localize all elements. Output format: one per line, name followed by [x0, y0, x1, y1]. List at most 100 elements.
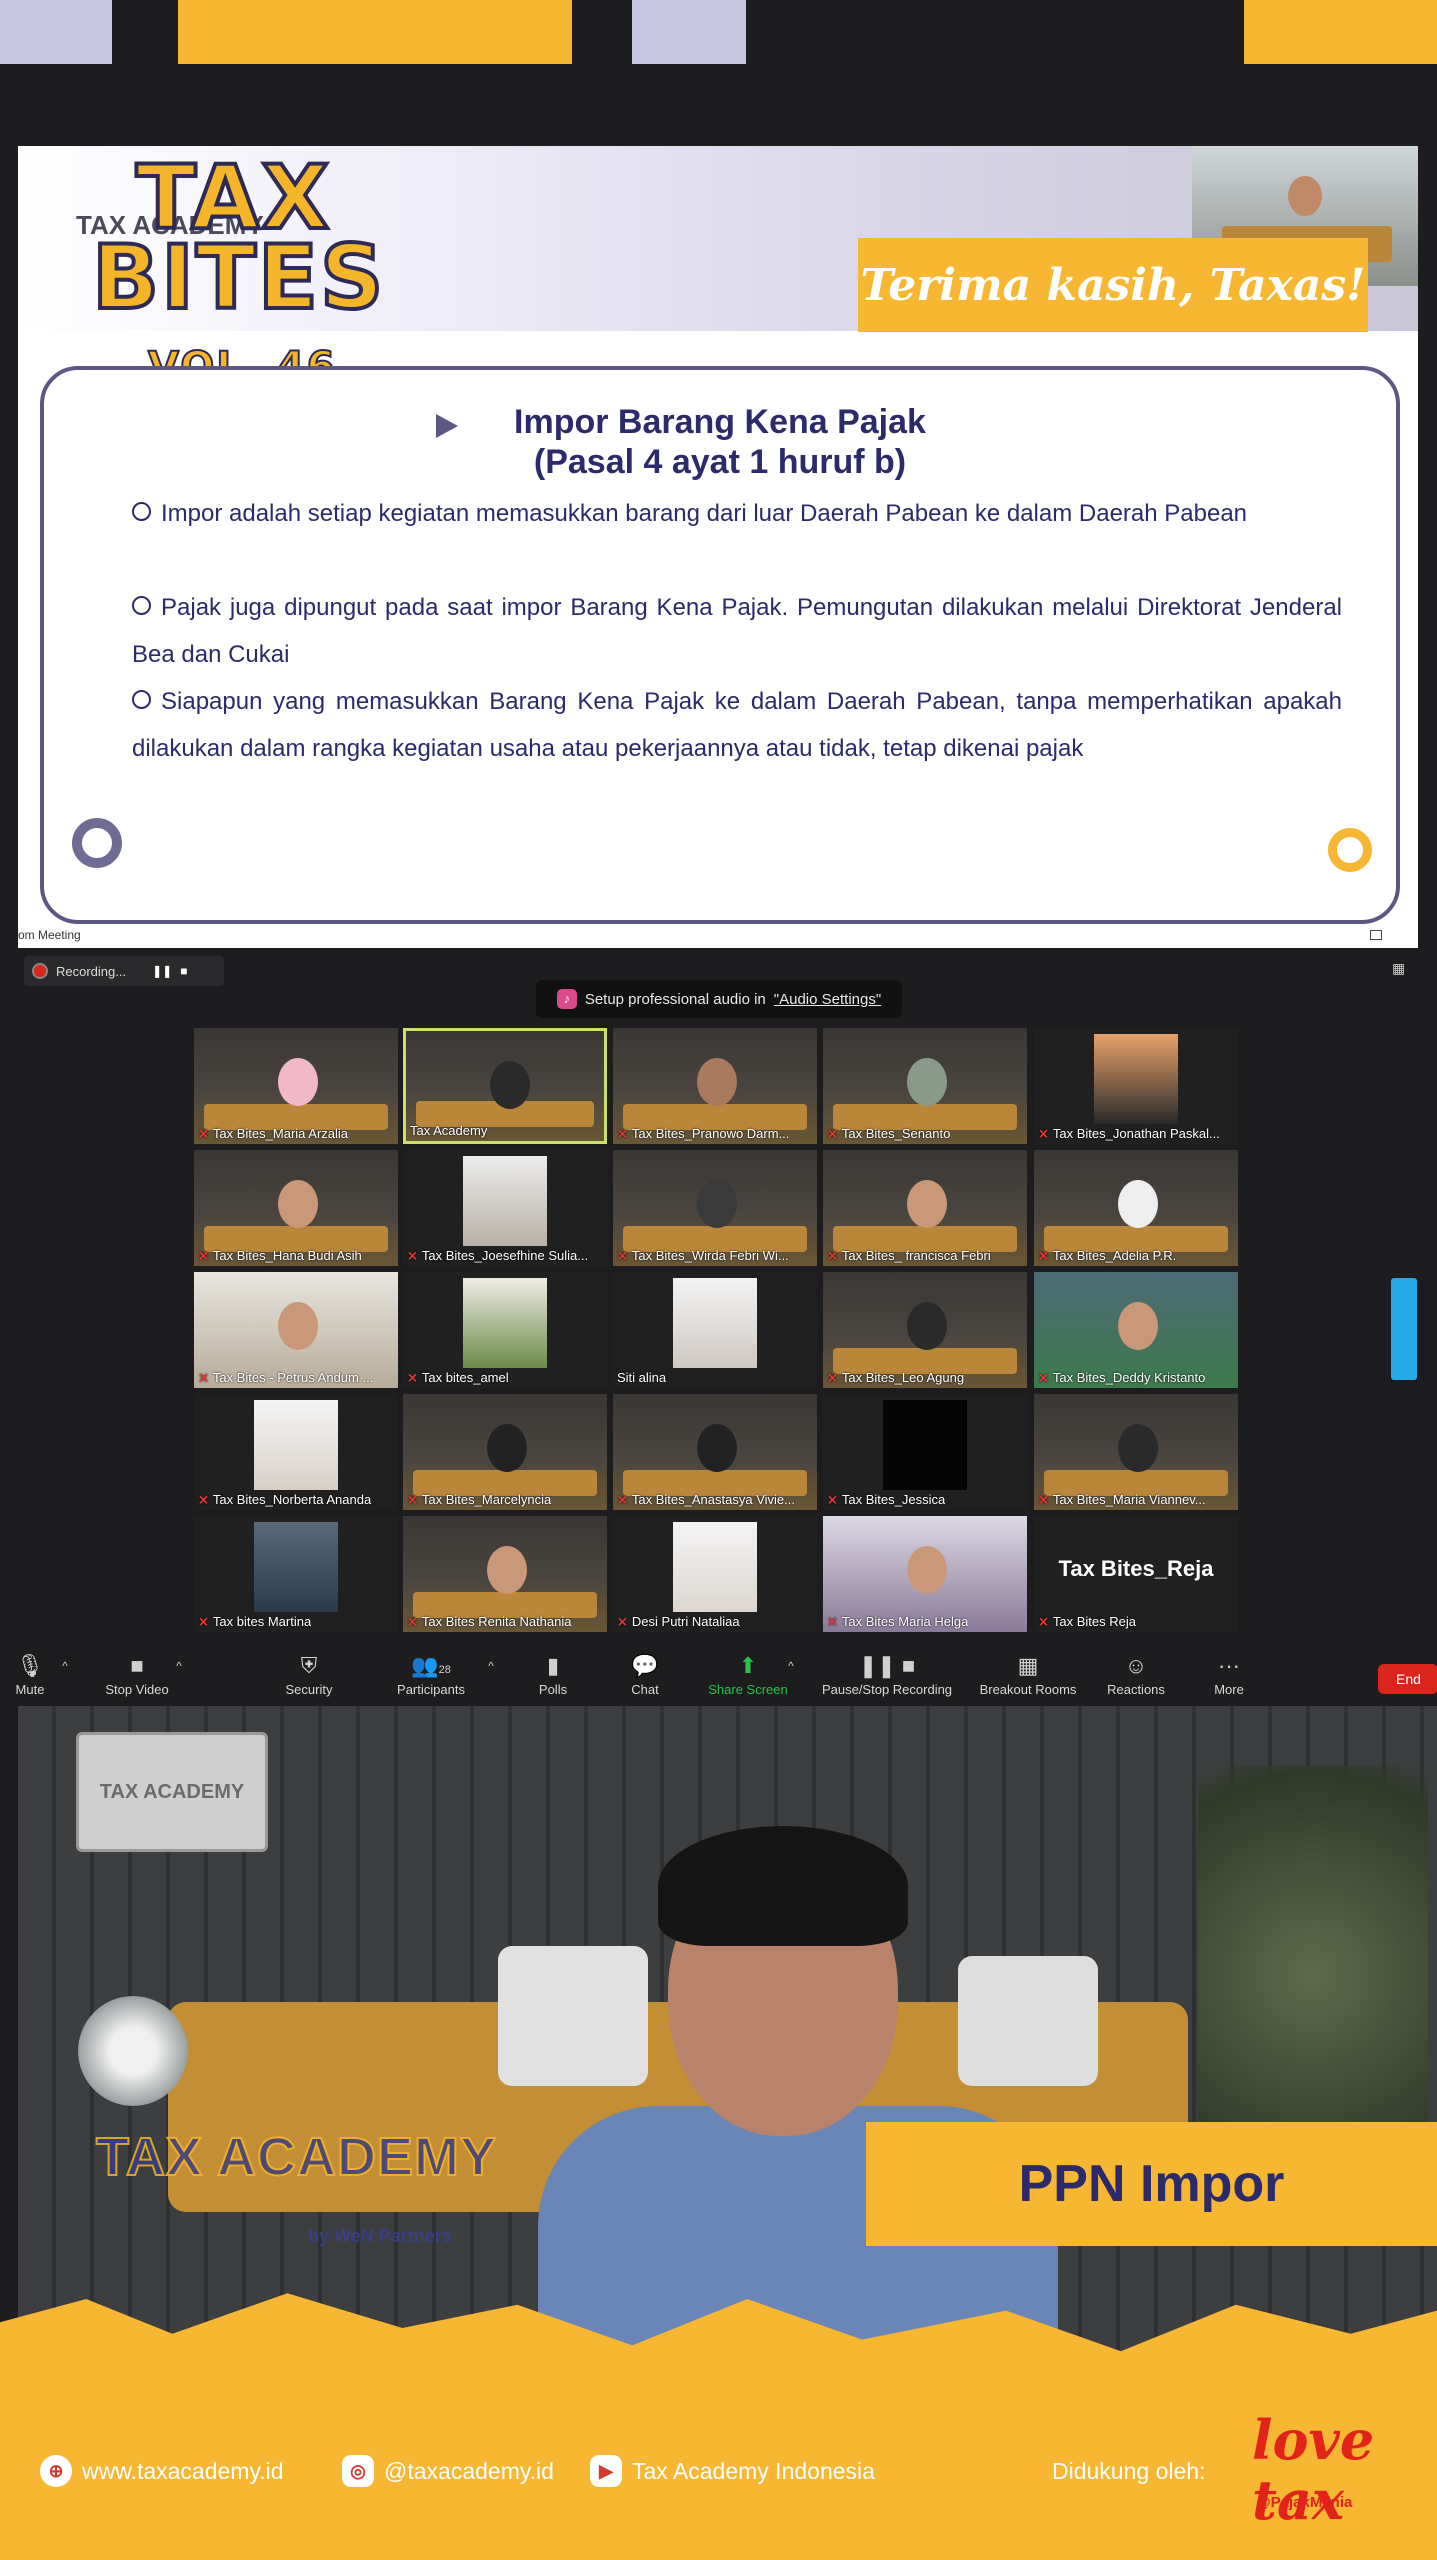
- music-note-icon: ♪: [556, 989, 577, 1009]
- participant-tile[interactable]: ⨯ Tax Bites_Wirda Febri Wi...: [613, 1150, 817, 1266]
- participant-tile[interactable]: ⨯ Tax Bites Maria Helga: [823, 1516, 1027, 1632]
- pause-recording-icon[interactable]: ❚❚: [152, 964, 172, 978]
- slide-content-card: Impor Barang Kena Pajak (Pasal 4 ayat 1 …: [40, 366, 1400, 924]
- toolbar-label: ^: [488, 1659, 494, 1673]
- participant-tile[interactable]: Siti alina: [613, 1272, 817, 1388]
- participant-tile[interactable]: ⨯ Tax Bites_Senanto: [823, 1028, 1027, 1144]
- tile-visual: [254, 1522, 338, 1612]
- polls-button[interactable]: ▮ Polls: [530, 1646, 576, 1706]
- muted-mic-icon: ⨯: [1038, 1126, 1049, 1141]
- tile-visual: Tax Bites_Maria Viannev...: [1052, 1492, 1206, 1507]
- participant-name: ⨯ Tax Bites_Jessica: [823, 1490, 945, 1510]
- audio-settings-link[interactable]: "Audio Settings": [774, 991, 881, 1008]
- tile-visual: [1118, 1180, 1158, 1228]
- participant-name: ⨯ Tax Bites_Marcelyncia: [403, 1490, 551, 1510]
- footer-youtube[interactable]: ▶ Tax Academy Indonesia: [590, 2454, 875, 2488]
- reactions-button[interactable]: ☺ Reactions: [1098, 1646, 1174, 1706]
- share-options-chevron[interactable]: ^: [784, 1646, 798, 1706]
- toolbar-label: ^: [62, 1659, 68, 1673]
- participant-tile[interactable]: ⨯ Desi Putri Nataliaa: [613, 1516, 817, 1632]
- security-button[interactable]: ⛨ Security: [276, 1646, 342, 1706]
- participant-tile[interactable]: ⨯ Tax Bites_Leo Agung: [823, 1272, 1027, 1388]
- stop-video-button[interactable]: ■ Stop Video: [96, 1646, 178, 1706]
- circle-bullet-icon: [132, 690, 151, 709]
- participant-tile[interactable]: Tax Bites_Reja ⨯ Tax Bites Reja: [1034, 1516, 1238, 1632]
- presenter-face: [1288, 176, 1322, 216]
- participant-name: ⨯ Tax Bites_Norberta Ananda: [194, 1490, 371, 1510]
- slide-title-line2: (Pasal 4 ayat 1 huruf b): [533, 443, 907, 481]
- pause-stop-recording-button[interactable]: ❚❚ ■ Pause/Stop Recording: [812, 1646, 962, 1706]
- zoom-window-caption: om Meeting: [18, 928, 81, 942]
- tile-visual: [907, 1302, 947, 1350]
- video-camera-icon: ■: [130, 1653, 144, 1678]
- muted-mic-icon: ⨯: [198, 1126, 209, 1141]
- participant-tile[interactable]: ⨯ Tax bites Martina: [194, 1516, 398, 1632]
- participant-tile[interactable]: ⨯ Tax Bites_Anastasya Vivie...: [613, 1394, 817, 1510]
- participants-icon: 👥28: [411, 1653, 451, 1678]
- end-meeting-button[interactable]: End: [1378, 1664, 1437, 1694]
- participant-name: ⨯ Tax Bites_Jonathan Paskal...: [1034, 1124, 1220, 1144]
- participants-button[interactable]: 👥28 Participants: [390, 1646, 472, 1706]
- participant-tile[interactable]: ⨯ Tax Bites_Deddy Kristanto: [1034, 1272, 1238, 1388]
- tile-visual: [1118, 1424, 1158, 1472]
- stop-recording-icon[interactable]: ■: [180, 964, 187, 978]
- globe-icon: ⊕: [40, 2455, 72, 2487]
- participant-tile[interactable]: ⨯ Tax Bites Renita Nathania: [403, 1516, 607, 1632]
- participant-tile[interactable]: ⨯ Tax Bites_Maria Arzalia: [194, 1028, 398, 1144]
- toolbar-label: Pause/Stop Recording: [821, 1682, 953, 1697]
- participant-tile[interactable]: ⨯ Tax Bites_Pranowo Darm...: [613, 1028, 817, 1144]
- muted-mic-icon: ⨯: [407, 1492, 418, 1507]
- participant-tile[interactable]: ⨯ Tax Bites_Jonathan Paskal...: [1034, 1028, 1238, 1144]
- share-screen-button[interactable]: ⬆ Share Screen: [704, 1646, 792, 1706]
- participant-tile[interactable]: ⨯ Tax Bites_Maria Viannev...: [1034, 1394, 1238, 1510]
- toolbar-label: 28: [438, 1664, 451, 1676]
- video-options-chevron[interactable]: ^: [172, 1646, 186, 1706]
- participants-options-chevron[interactable]: ^: [484, 1646, 498, 1706]
- tile-visual: Tax Bites_Norberta Ananda: [212, 1492, 372, 1507]
- participant-tile[interactable]: ⨯ Tax Bites_Jessica: [823, 1394, 1027, 1510]
- pajakmania-handle: @PajakMania: [1256, 2494, 1353, 2511]
- participant-tile[interactable]: ⨯ Tax Bites_Joesefhine Sulia...: [403, 1150, 607, 1266]
- participant-tile[interactable]: ⨯ Tax Bites_Marcelyncia: [403, 1394, 607, 1510]
- breakout-rooms-button[interactable]: ▦ Breakout Rooms: [970, 1646, 1086, 1706]
- smiley-icon: ☺: [1124, 1653, 1148, 1678]
- muted-mic-icon: ⨯: [617, 1492, 628, 1507]
- circle-bullet-icon: [132, 502, 151, 521]
- mute-button[interactable]: 🎙 Mute: [0, 1646, 60, 1706]
- participant-tile[interactable]: ⨯ Tax Bites_Hana Budi Asih: [194, 1150, 398, 1266]
- tile-visual: Tax Academy: [410, 1123, 488, 1138]
- gallery-view-icon[interactable]: ▦: [1392, 960, 1405, 977]
- toolbar-label: Security: [285, 1682, 333, 1697]
- footer-website[interactable]: ⊕ www.taxacademy.id: [40, 2454, 284, 2488]
- participant-tile[interactable]: ⨯ Tax bites_amel: [403, 1272, 607, 1388]
- shield-icon: ⛨: [300, 1653, 318, 1678]
- tile-visual: Tax Bites_Deddy Kristanto: [1052, 1370, 1206, 1385]
- toolbar-label: Stop Video: [105, 1682, 169, 1697]
- participant-tile[interactable]: ⨯ Tax Bites_Norberta Ananda: [194, 1394, 398, 1510]
- window-restore-icon[interactable]: [1370, 930, 1382, 940]
- chat-button[interactable]: 💬 Chat: [622, 1646, 668, 1706]
- tile-visual: Tax Bites_Jessica: [841, 1492, 946, 1507]
- participant-tile[interactable]: ⨯ Tax Bites_Adelia P.R.: [1034, 1150, 1238, 1266]
- microphone-icon: 🎙: [16, 1653, 44, 1678]
- gallery-next-page-button[interactable]: [1391, 1278, 1417, 1380]
- tile-visual: [907, 1058, 947, 1106]
- more-button[interactable]: ··· More: [1204, 1646, 1254, 1706]
- participant-name: ⨯ Tax Bites_Hana Budi Asih: [194, 1246, 362, 1266]
- muted-mic-icon: ⨯: [198, 1614, 209, 1629]
- toolbar-label: Reactions: [1107, 1682, 1165, 1697]
- pause-stop-icon: ❚❚ ■: [858, 1653, 916, 1678]
- tile-visual: [697, 1180, 737, 1228]
- participant-tile[interactable]: ⨯ Tax Bites_ francisca Febri: [823, 1150, 1027, 1266]
- tax-academy-wall-logo: TAX ACADEMY: [95, 2126, 497, 2188]
- participant-name: ⨯ Tax Bites Renita Nathania: [403, 1612, 572, 1632]
- tile-visual: Tax Bites_Maria Arzalia: [212, 1126, 349, 1141]
- muted-mic-icon: ⨯: [198, 1492, 209, 1507]
- participant-tile[interactable]: ⨯ Tax Bites - Petrus Andum ...: [194, 1272, 398, 1388]
- participant-name: ⨯ Tax Bites_Leo Agung: [823, 1368, 964, 1388]
- tile-visual: [907, 1546, 947, 1594]
- toolbar-label: Polls: [538, 1682, 568, 1697]
- footer-instagram[interactable]: ◎ @taxacademy.id: [342, 2454, 554, 2488]
- participant-tile-active-speaker[interactable]: Tax Academy: [403, 1028, 607, 1144]
- mute-options-chevron[interactable]: ^: [58, 1646, 72, 1706]
